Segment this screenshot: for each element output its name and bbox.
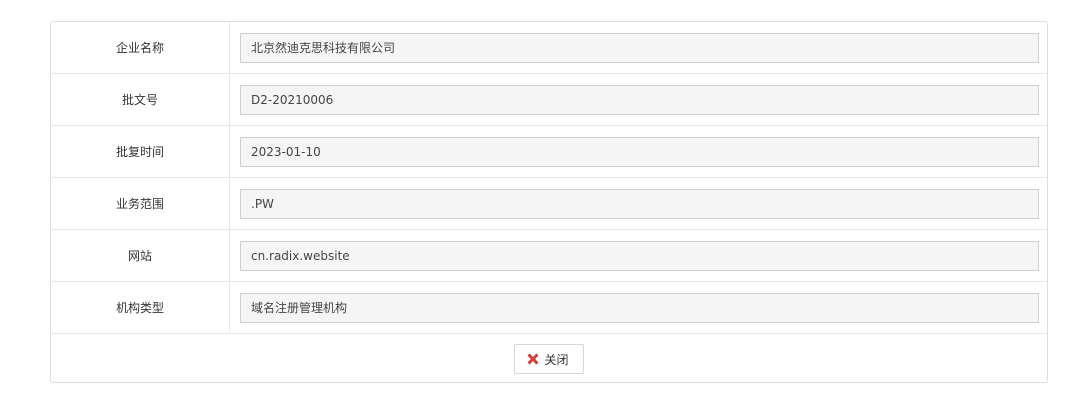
website-field[interactable]: cn.radix.website [240,240,1039,271]
label-website: 网站 [51,229,230,282]
close-x-icon [525,351,541,367]
row-org-type: 机构类型 域名注册管理机构 [51,281,1047,334]
panel-footer: 关闭 [51,334,1047,384]
detail-table: 企业名称 北京然迪克思科技有限公司 批文号 D2-20210006 批复时间 2… [51,22,1047,334]
row-approval-date: 批复时间 2023-01-10 [51,125,1047,178]
business-scope-field[interactable]: .PW [240,188,1039,219]
label-org-type: 机构类型 [51,281,230,334]
detail-panel: 企业名称 北京然迪克思科技有限公司 批文号 D2-20210006 批复时间 2… [50,21,1048,383]
approval-number-field[interactable]: D2-20210006 [240,84,1039,115]
row-company-name: 企业名称 北京然迪克思科技有限公司 [51,22,1047,74]
close-button[interactable]: 关闭 [514,344,584,374]
label-approval-number: 批文号 [51,73,230,126]
org-type-field[interactable]: 域名注册管理机构 [240,292,1039,323]
label-approval-date: 批复时间 [51,125,230,178]
row-website: 网站 cn.radix.website [51,229,1047,282]
row-approval-number: 批文号 D2-20210006 [51,73,1047,126]
approval-date-field[interactable]: 2023-01-10 [240,136,1039,167]
label-business-scope: 业务范围 [51,177,230,230]
company-name-field[interactable]: 北京然迪克思科技有限公司 [240,32,1039,63]
close-button-label: 关闭 [544,352,569,367]
label-company-name: 企业名称 [51,22,230,74]
row-business-scope: 业务范围 .PW [51,177,1047,230]
